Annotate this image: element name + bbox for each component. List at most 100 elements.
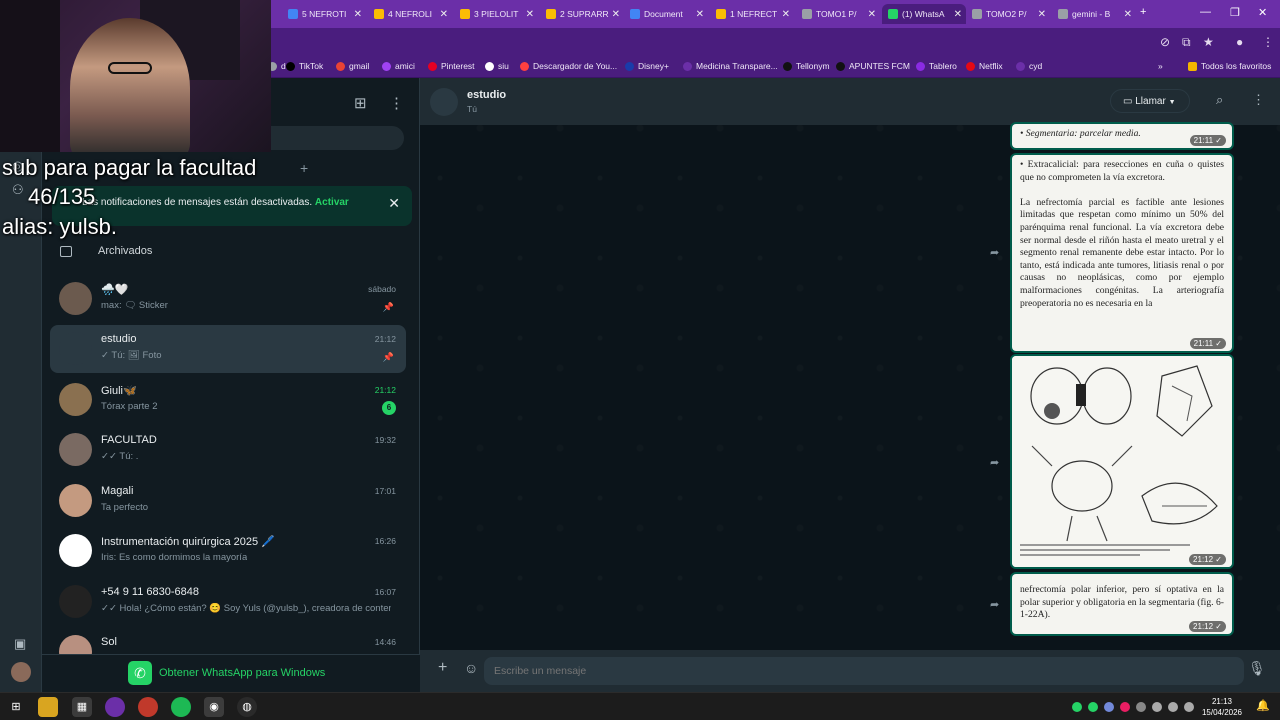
app-icon[interactable]	[138, 697, 158, 717]
maximize-icon[interactable]: ❐	[1230, 6, 1240, 19]
bookmarks-overflow-icon[interactable]: »	[1158, 61, 1163, 71]
chat-row[interactable]: Instrumentación quirúrgica 2025 🖊️ Iris: …	[50, 527, 406, 575]
emoji-icon[interactable]: ☺	[464, 660, 478, 676]
forward-icon[interactable]: ➦	[990, 456, 999, 469]
clock[interactable]: 21:13 15/04/2026	[1202, 696, 1242, 718]
notifications-icon[interactable]: 🔔	[1256, 699, 1270, 712]
whatsapp-logo-icon: ✆	[128, 661, 152, 685]
new-chat-icon[interactable]: ⊞	[354, 94, 367, 112]
browser-tab[interactable]: Document ✕	[624, 4, 708, 24]
whatsapp-tray-icon[interactable]	[1072, 702, 1082, 712]
menu-icon[interactable]: ⋮	[389, 94, 404, 112]
minimize-icon[interactable]: —	[1200, 6, 1211, 18]
activate-link[interactable]: Activar	[315, 197, 349, 208]
messenger-icon[interactable]	[105, 697, 125, 717]
bookmark-item[interactable]: APUNTES FCM	[836, 61, 910, 71]
start-icon[interactable]: ⊞	[6, 697, 26, 717]
bookmark-item[interactable]: siu	[485, 61, 509, 71]
archived-row[interactable]: Archivados	[60, 245, 152, 257]
cast-icon[interactable]: ⧉	[1182, 35, 1191, 50]
bookmark-label: gmail	[349, 61, 370, 71]
store-icon[interactable]: ▦	[72, 697, 92, 717]
profile-avatar[interactable]: ●	[1236, 35, 1243, 49]
browser-tab[interactable]: 4 NEFROLI ✕	[368, 4, 452, 24]
bookmark-item[interactable]: Medicina Transpare...	[683, 61, 778, 71]
browser-tab[interactable]: (1) WhatsA ✕	[882, 4, 966, 24]
bookmark-item[interactable]: Pinterest	[428, 61, 475, 71]
bookmark-item[interactable]: Tellonym	[783, 61, 830, 71]
chat-row[interactable]: FACULTAD ✓✓ Tú: . 19:32	[50, 426, 406, 474]
message-bubble[interactable]: • Extracalicial: para resecciones en cuñ…	[1012, 155, 1232, 351]
close-tab-icon[interactable]: ✕	[354, 9, 362, 20]
get-whatsapp-banner[interactable]: ✆ Obtener WhatsApp para Windows	[42, 654, 420, 692]
close-tab-icon[interactable]: ✕	[782, 9, 790, 20]
webcam-chair	[0, 0, 60, 152]
chat-row[interactable]: +54 9 11 6830-6848 ✓✓ Hola! ¿Cómo están? …	[50, 578, 406, 626]
call-button[interactable]: ▭ Llamar ▼	[1110, 89, 1190, 113]
chat-row[interactable]: Sol 14:46	[50, 628, 406, 654]
forward-icon[interactable]: ➦	[990, 246, 999, 259]
close-tab-icon[interactable]: ✕	[526, 9, 534, 20]
eye-off-icon[interactable]: ⊘	[1160, 35, 1170, 49]
close-tab-icon[interactable]: ✕	[612, 9, 620, 20]
bookmark-item[interactable]: TikTok	[286, 61, 323, 71]
media-icon[interactable]: ▣	[14, 636, 26, 652]
close-icon[interactable]: ✕	[388, 195, 400, 212]
microphone-icon[interactable]: 🎙	[1248, 660, 1266, 677]
close-tab-icon[interactable]: ✕	[954, 9, 962, 20]
my-avatar[interactable]	[11, 662, 31, 682]
close-tab-icon[interactable]: ✕	[696, 9, 704, 20]
star-icon[interactable]: ★	[1203, 35, 1214, 49]
add-filter-icon[interactable]: +	[300, 160, 308, 176]
all-favorites-button[interactable]: Todos los favoritos	[1188, 61, 1271, 71]
browser-tab[interactable]: 3 PIELOLIT ✕	[454, 4, 538, 24]
volume-icon[interactable]	[1184, 702, 1194, 712]
bookmark-item[interactable]: amici	[382, 61, 415, 71]
new-tab-button[interactable]: +	[1140, 6, 1146, 18]
close-tab-icon[interactable]: ✕	[1124, 9, 1132, 20]
browser-tab[interactable]: TOMO2 P/ ✕	[966, 4, 1050, 24]
bookmark-item[interactable]: Descargador de You...	[520, 61, 617, 71]
browser-tab[interactable]: 2 SUPRARR ✕	[540, 4, 624, 24]
close-window-icon[interactable]: ✕	[1258, 6, 1267, 19]
file-explorer-icon[interactable]	[38, 697, 58, 717]
close-tab-icon[interactable]: ✕	[440, 9, 448, 20]
chat-row[interactable]: Magali Ta perfecto 17:01	[50, 477, 406, 525]
bookmark-icon	[966, 61, 975, 71]
browser-tab[interactable]: TOMO1 P/ ✕	[796, 4, 880, 24]
network-icon[interactable]	[1168, 702, 1178, 712]
forward-icon[interactable]: ➦	[990, 598, 999, 611]
bookmark-item[interactable]: Tablero	[916, 61, 957, 71]
spotify-icon[interactable]	[171, 697, 191, 717]
chrome-icon[interactable]: ◉	[204, 697, 224, 717]
chat-title[interactable]: estudio	[467, 89, 506, 101]
browser-tab[interactable]: 5 NEFROTI ✕	[282, 4, 366, 24]
message-input[interactable]	[484, 657, 1244, 685]
message-bubble[interactable]: nefrectomía polar inferior, pero sí opta…	[1012, 574, 1232, 634]
bookmark-item[interactable]: Disney+	[625, 61, 669, 71]
chat-row[interactable]: 🌧️🤍 max: 🗨 Sticker sábado 📌	[50, 275, 406, 323]
discord-tray-icon[interactable]	[1104, 702, 1114, 712]
search-icon[interactable]: ⌕	[1216, 92, 1223, 108]
browser-menu-icon[interactable]: ⋮	[1262, 35, 1274, 49]
close-tab-icon[interactable]: ✕	[868, 9, 876, 20]
bookmark-item[interactable]: gmail	[336, 61, 369, 71]
message-bubble[interactable]: • Segmentaria: parcelar media. 21:11 ✓	[1012, 124, 1232, 148]
group-avatar[interactable]	[430, 88, 458, 116]
communities-icon[interactable]: ⚇	[12, 182, 24, 198]
bookmark-item[interactable]: cyd	[1016, 61, 1042, 71]
chat-row[interactable]: Giuli🦋 Tórax parte 2 21:12 6	[50, 376, 406, 424]
mic-tray-icon[interactable]	[1152, 702, 1162, 712]
chat-menu-icon[interactable]: ⋮	[1252, 92, 1265, 108]
chat-row[interactable]: estudio ✓ Tú: 🖼 Foto 21:12 📌	[50, 325, 406, 373]
bookmark-item[interactable]: Netflix	[966, 61, 1003, 71]
app-tray-icon-2[interactable]	[1136, 702, 1146, 712]
browser-tab[interactable]: gemini - B ✕	[1052, 4, 1136, 24]
attach-icon[interactable]: +	[438, 659, 447, 677]
obs-icon[interactable]: ◍	[237, 697, 257, 717]
close-tab-icon[interactable]: ✕	[1038, 9, 1046, 20]
browser-tab[interactable]: 1 NEFRECT ✕	[710, 4, 794, 24]
app-tray-icon[interactable]	[1120, 702, 1130, 712]
message-image-bubble[interactable]: 21:12 ✓	[1012, 356, 1232, 567]
whatsapp-tray-icon-2[interactable]	[1088, 702, 1098, 712]
